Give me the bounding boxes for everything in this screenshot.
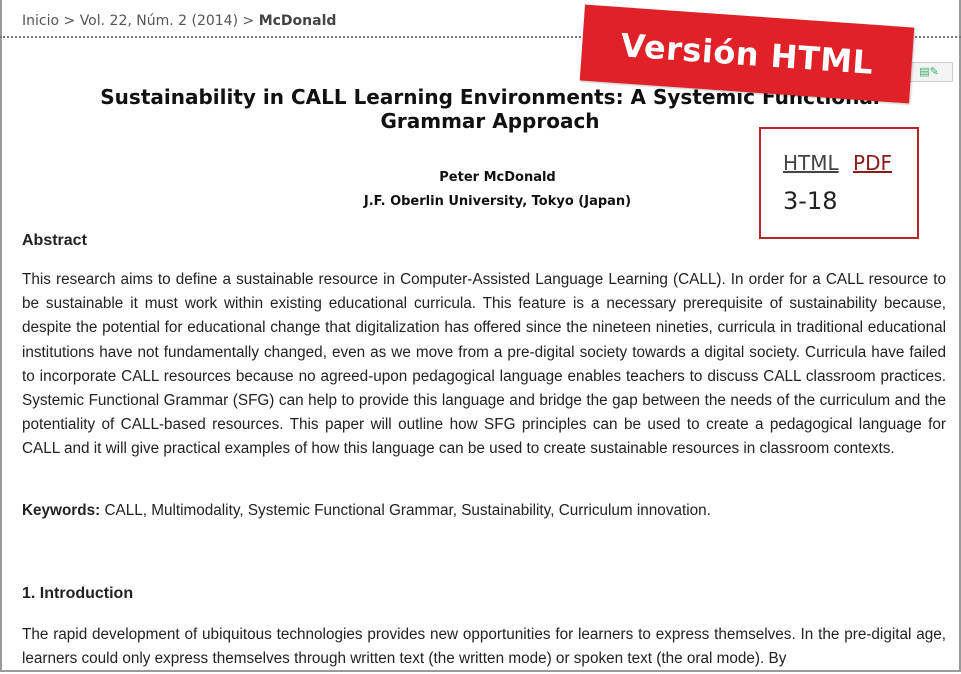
breadcrumb-current: McDonald [258,13,337,29]
breadcrumb-separator: > [63,13,76,29]
abstract-text: This research aims to define a sustainab… [22,271,946,458]
breadcrumb-issue-link[interactable]: Vol. 22, Núm. 2 (2014) [80,13,238,29]
keywords-text: CALL, Multimodality, Systemic Functional… [104,502,711,519]
abstract-heading: Abstract [22,232,87,249]
article-tools-icons[interactable]: ▤✎ [905,62,953,82]
breadcrumb: Inicio > Vol. 22, Núm. 2 (2014) > McDona… [22,13,336,29]
breadcrumb-home-link[interactable]: Inicio [22,13,59,29]
keywords: Keywords: CALL, Multimodality, Systemic … [22,502,711,520]
galley-links: HTML PDF [783,151,892,175]
pdf-galley-link[interactable]: PDF [853,151,892,175]
introduction-heading: 1. Introduction [22,585,134,602]
keywords-label: Keywords: [22,502,101,519]
galley-links-box: HTML PDF 3-18 [759,127,919,239]
introduction-text: The rapid development of ubiquitous tech… [22,626,946,668]
html-galley-link[interactable]: HTML [783,151,839,175]
page-range: 3-18 [783,187,838,215]
breadcrumb-separator: > [242,13,255,29]
